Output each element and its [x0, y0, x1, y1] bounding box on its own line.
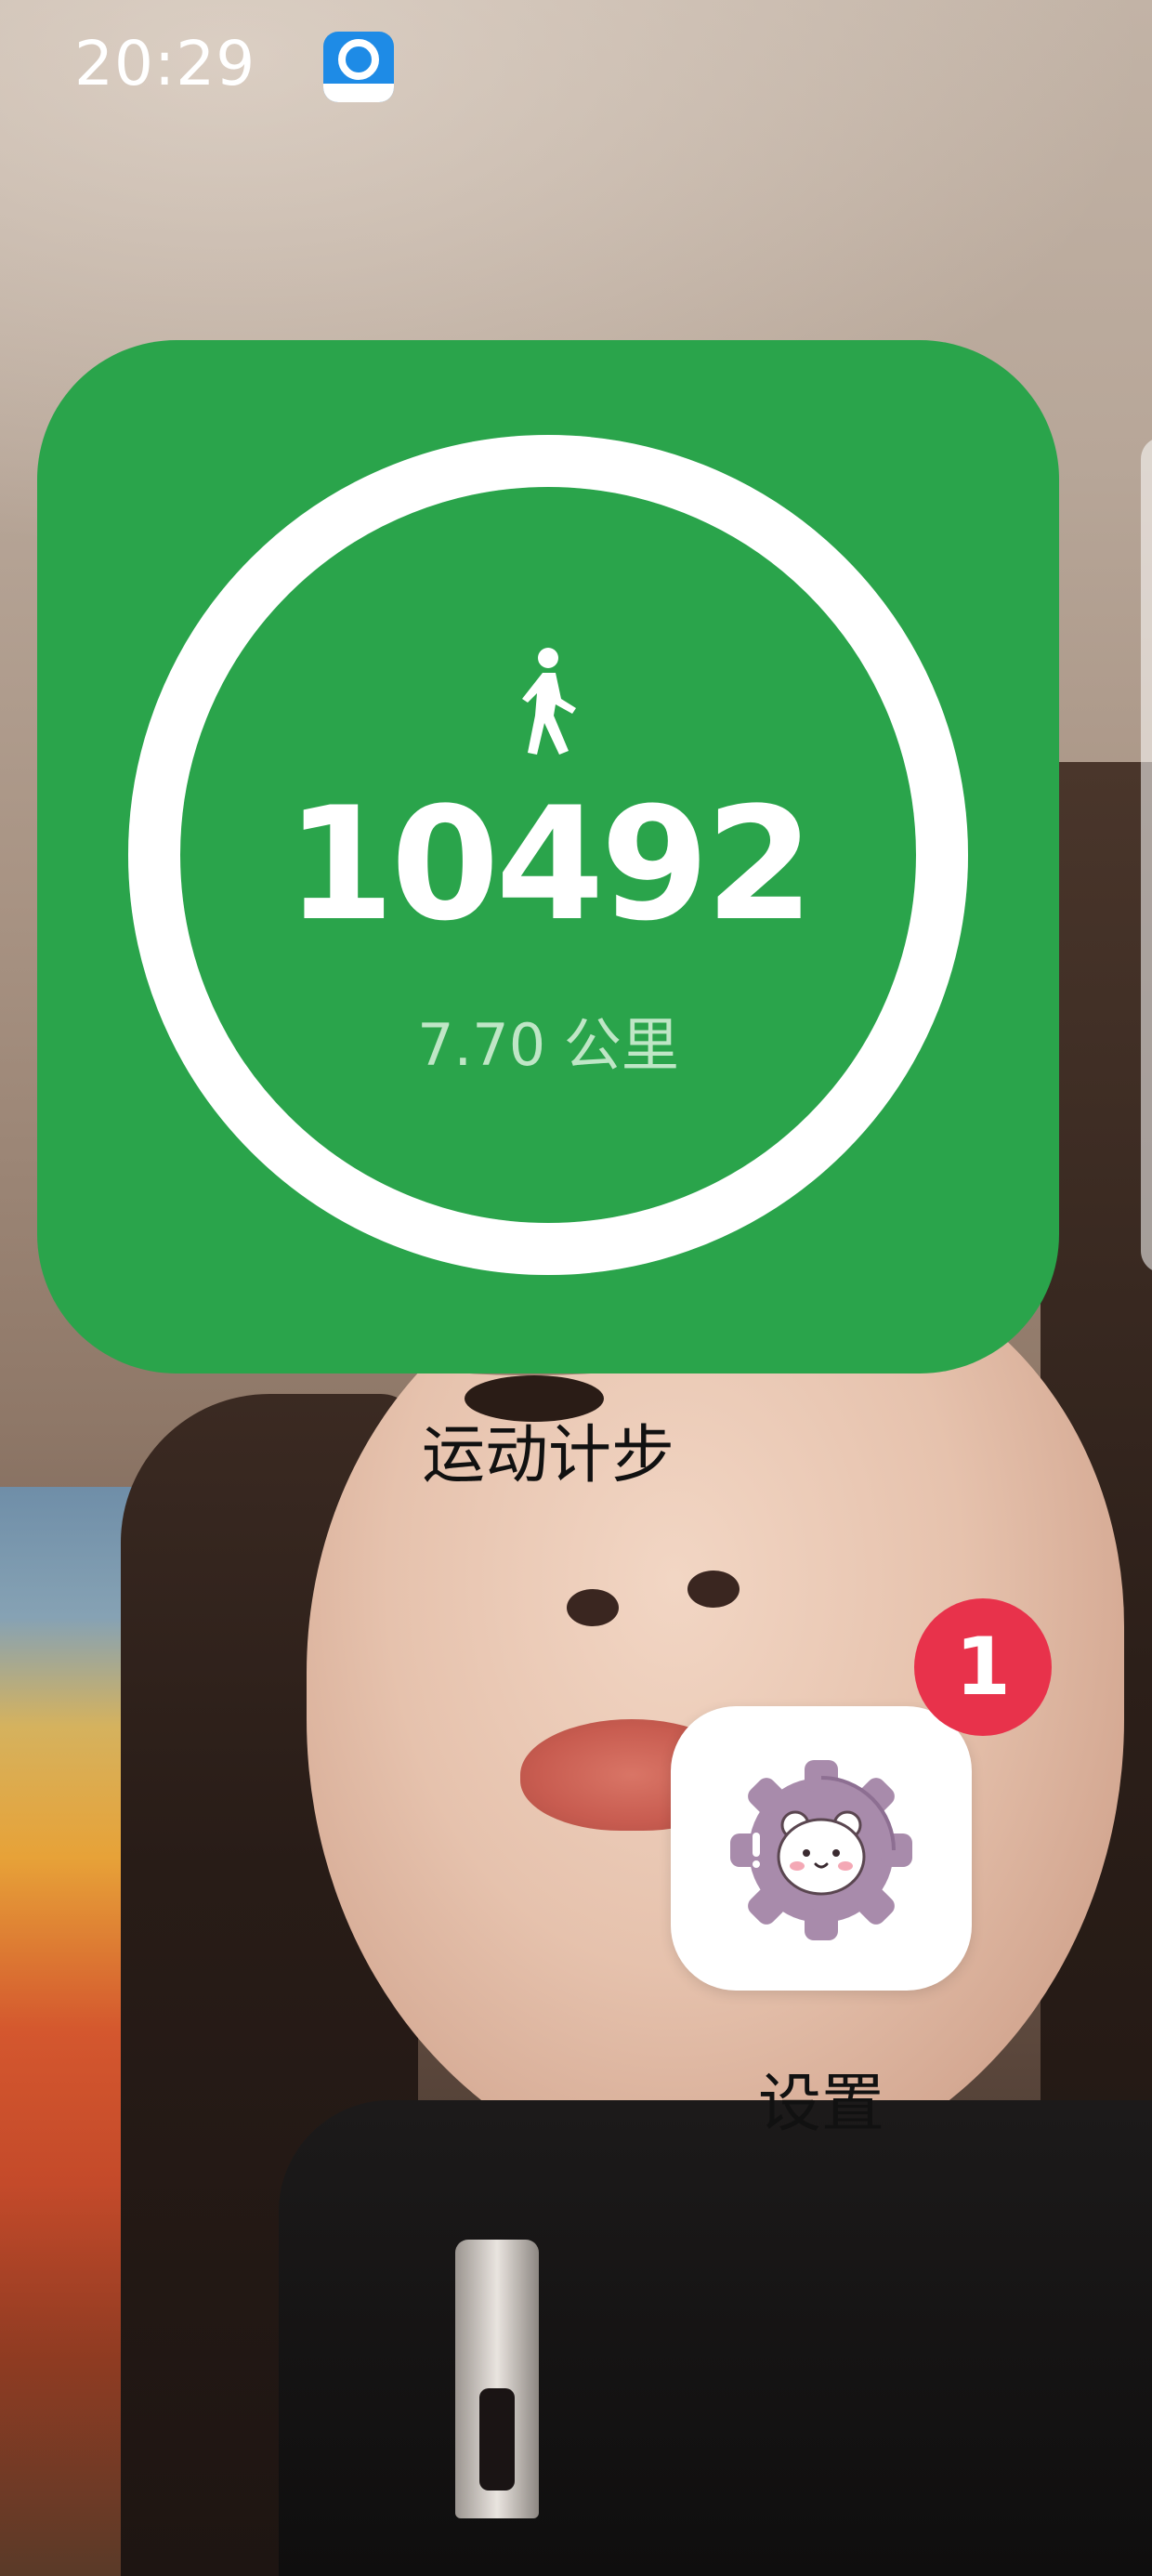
step-count: 10492 [285, 773, 814, 955]
browser-app-icon [323, 32, 394, 102]
wallpaper-nostril-right [687, 1571, 740, 1608]
settings-app-icon[interactable] [671, 1706, 972, 1991]
bear-gear-icon [730, 1760, 912, 1940]
browser-app-icon-band [323, 84, 394, 102]
step-counter-label[interactable]: 运动计步 [37, 1403, 1059, 1495]
status-time: 20:29 [74, 28, 256, 99]
walking-person-icon [522, 648, 576, 755]
wallpaper-nostril-left [567, 1589, 619, 1626]
wallpaper-zipper-hole [479, 2388, 515, 2491]
next-page-widget-edge [1141, 437, 1152, 1273]
browser-app-icon-ring [338, 39, 379, 80]
wallpaper-sweater [279, 2100, 1152, 2576]
wallpaper-zipper [455, 2240, 539, 2518]
settings-app-label[interactable]: 设置 [671, 2052, 972, 2144]
notification-badge: 1 [914, 1598, 1052, 1736]
status-bar: 20:29 [0, 0, 1152, 130]
walking-distance: 7.70 公里 [417, 1011, 679, 1079]
step-counter-widget[interactable]: 10492 7.70 公里 [37, 340, 1059, 1373]
